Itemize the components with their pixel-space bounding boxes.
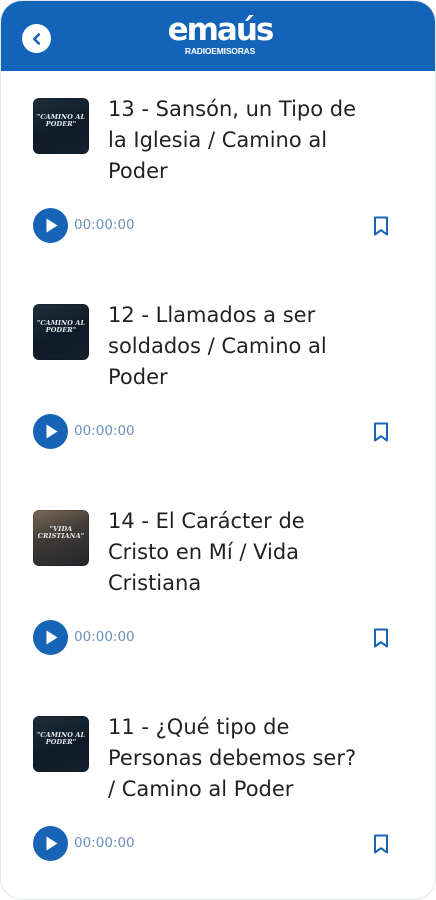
brand-logo: emaús RADIOEMISORAS (161, 15, 279, 59)
thumbnail-caption-line: CRISTIANA" (37, 532, 85, 540)
episode-item[interactable]: "CAMINO AL PODER" 13 - Sansón, un Tipo d… (1, 71, 435, 277)
playback-time: 00:00:00 (74, 629, 135, 645)
episode-title-line: 14 - El Carácter de (108, 509, 305, 533)
episode-title-line: Poder (108, 159, 168, 183)
episode-thumbnail: "CAMINO AL PODER" (33, 98, 89, 154)
episode-item[interactable]: "CAMINO AL PODER" 12 - Llamados a ser so… (1, 277, 435, 483)
episode-item[interactable]: "CAMINO AL PODER" 11 - ¿Qué tipo de Pers… (1, 689, 435, 895)
episode-title-line: / Camino al Poder (108, 777, 294, 801)
episode-title-line: la Iglesia / Camino al (108, 128, 328, 152)
play-icon (46, 630, 58, 645)
play-button[interactable] (33, 826, 68, 861)
episode-thumbnail: "CAMINO AL PODER" (33, 304, 89, 360)
episode-title-line: 11 - ¿Qué tipo de (108, 715, 290, 739)
episode-title[interactable]: 13 - Sansón, un Tipo de la Iglesia / Cam… (108, 94, 408, 187)
episode-thumbnail: "CAMINO AL PODER" (33, 716, 89, 772)
playback-time: 00:00:00 (74, 835, 135, 851)
play-icon (46, 218, 58, 233)
play-button[interactable] (33, 620, 68, 655)
play-icon (46, 836, 58, 851)
play-icon (46, 424, 58, 439)
episode-title[interactable]: 11 - ¿Qué tipo de Personas debemos ser? … (108, 712, 408, 805)
app-frame: emaús RADIOEMISORAS "CAMINO AL PODER" 13… (0, 0, 436, 900)
thumbnail-caption: "CAMINO AL PODER" (35, 732, 87, 746)
play-button[interactable] (33, 414, 68, 449)
back-button[interactable] (22, 24, 51, 53)
thumbnail-caption-line: PODER" (45, 120, 77, 128)
app-header: emaús RADIOEMISORAS (1, 1, 435, 71)
thumbnail-caption: "VIDA CRISTIANA" (35, 526, 87, 540)
play-button[interactable] (33, 208, 68, 243)
episode-thumbnail: "VIDA CRISTIANA" (33, 510, 89, 566)
episode-title[interactable]: 14 - El Carácter de Cristo en Mí / Vida … (108, 506, 408, 599)
thumbnail-caption-line: PODER" (45, 738, 77, 746)
brand-logo-word: emaús (167, 12, 275, 48)
bookmark-icon[interactable] (369, 626, 393, 650)
thumbnail-caption: "CAMINO AL PODER" (35, 320, 87, 334)
bookmark-icon[interactable] (369, 214, 393, 238)
thumbnail-caption-line: PODER" (45, 326, 77, 334)
episode-title-line: Cristiana (108, 571, 202, 595)
episode-title-line: Cristo en Mí / Vida (108, 540, 300, 564)
episode-title[interactable]: 12 - Llamados a ser soldados / Camino al… (108, 300, 408, 393)
thumbnail-caption: "CAMINO AL PODER" (35, 114, 87, 128)
playback-time: 00:00:00 (74, 423, 135, 439)
episode-title-line: soldados / Camino al (108, 334, 327, 358)
episode-title-line: Personas debemos ser? (108, 746, 357, 770)
episode-title-line: Poder (108, 365, 168, 389)
chevron-left-icon (32, 32, 40, 45)
playback-time: 00:00:00 (74, 217, 135, 233)
episode-title-line: 12 - Llamados a ser (108, 303, 316, 327)
episode-item[interactable]: "VIDA CRISTIANA" 14 - El Carácter de Cri… (1, 483, 435, 689)
bookmark-icon[interactable] (369, 420, 393, 444)
bookmark-icon[interactable] (369, 832, 393, 856)
episode-title-line: 13 - Sansón, un Tipo de (108, 97, 357, 121)
